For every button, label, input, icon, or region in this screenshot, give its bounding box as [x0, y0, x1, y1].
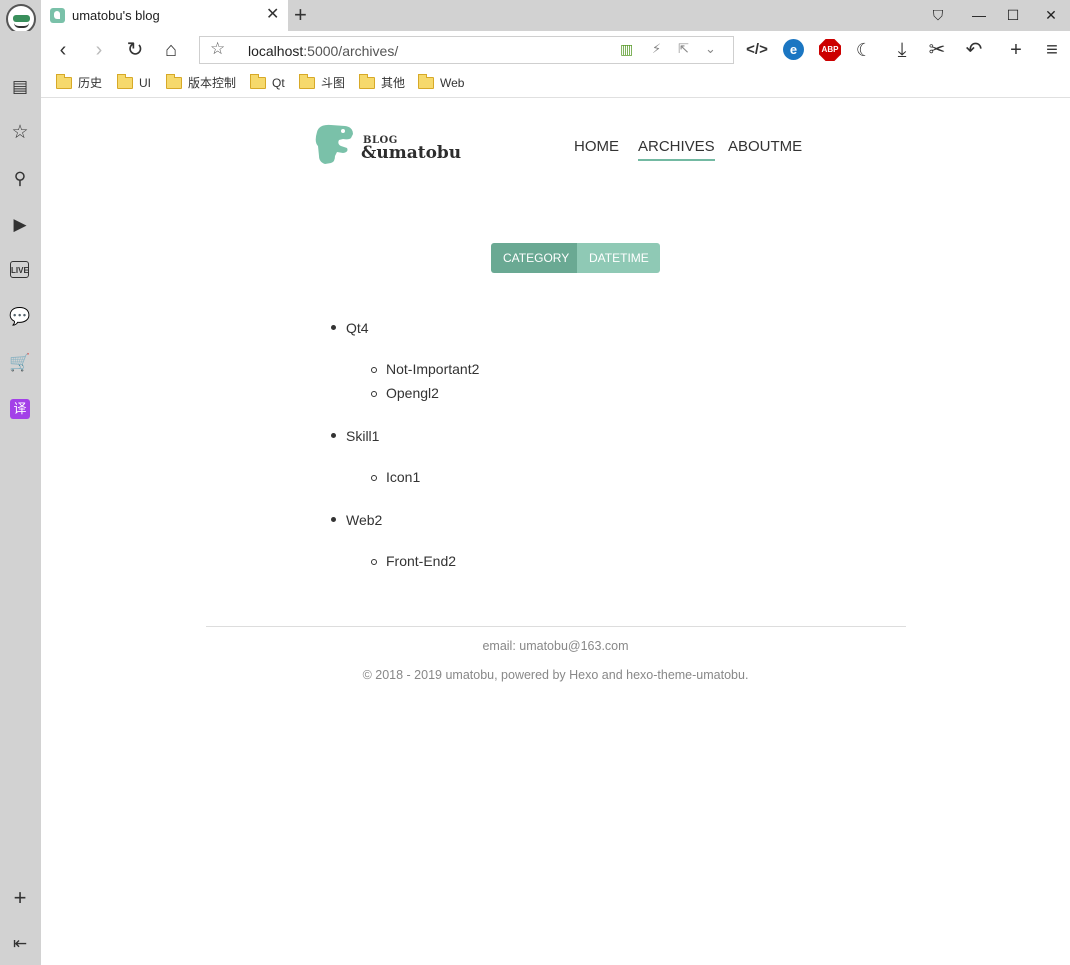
add-icon[interactable]: +	[1003, 37, 1029, 63]
screenshot-icon[interactable]: ✂	[924, 37, 950, 63]
subcategory-link[interactable]: Opengl2	[386, 383, 439, 403]
chat-icon[interactable]: 💬	[9, 306, 31, 328]
flash-icon[interactable]: ⚡	[652, 41, 661, 57]
folder-icon	[117, 74, 133, 89]
subcategory-list: Icon1	[371, 466, 746, 490]
site-logo[interactable]: BLOG &umatobu	[313, 120, 465, 168]
home-icon[interactable]: ⌂	[158, 37, 184, 63]
bullet-icon	[331, 433, 336, 438]
folder-icon	[166, 74, 182, 89]
subcategory-link[interactable]: Not-Important2	[386, 359, 479, 379]
download-icon[interactable]: ⤓	[889, 37, 915, 63]
bookmark-folder[interactable]: 斗图	[299, 74, 345, 92]
bookmarks-bar: 历史 UI 版本控制 Qt 斗图 其他 Web	[41, 68, 1070, 98]
bookmark-folder[interactable]: UI	[117, 74, 151, 92]
add-sidebar-icon[interactable]: +	[9, 887, 31, 909]
collapse-sidebar-icon[interactable]: ⇤	[9, 933, 31, 955]
subcategory-item: Icon1	[371, 466, 746, 490]
subcategory-list: Front-End2	[371, 550, 746, 574]
devtools-icon[interactable]: </>	[744, 37, 770, 63]
favorites-star-icon[interactable]: ☆	[9, 122, 31, 144]
address-bar[interactable]: ☆ localhost:5000/archives/ ▥ ⚡ ⇱ ⌄	[199, 36, 734, 64]
subcategory-item: Opengl2	[371, 382, 746, 406]
circle-bullet-icon	[371, 475, 377, 481]
reader-mode-icon[interactable]: ▥	[620, 41, 633, 58]
footer-email: email: umatobu@163.com	[482, 639, 629, 653]
back-icon[interactable]: ‹	[50, 37, 76, 63]
category-list: Qt4 Not-Important2 Opengl2 Skill1 Icon1 …	[331, 318, 746, 594]
cart-icon[interactable]: 🛒	[9, 352, 31, 374]
subcategory-link[interactable]: Icon1	[386, 467, 420, 487]
live-icon[interactable]: LIVE	[10, 261, 29, 278]
dinosaur-logo-icon	[315, 124, 353, 164]
folder-icon	[56, 74, 72, 89]
browser-logo-icon[interactable]	[6, 4, 36, 34]
folder-icon	[250, 74, 266, 89]
reading-list-icon[interactable]: ▤	[9, 76, 31, 98]
nav-home[interactable]: HOME	[574, 138, 619, 159]
logo-title-text: &umatobu	[361, 143, 462, 163]
bookmark-folder[interactable]: 历史	[56, 74, 102, 92]
tab-close-icon[interactable]: ✕	[266, 6, 279, 24]
nav-archives[interactable]: ARCHIVES	[638, 138, 715, 161]
category-toggle-button[interactable]: CATEGORY	[491, 243, 577, 273]
category-link[interactable]: Web2	[346, 510, 382, 530]
bookmark-folder[interactable]: 版本控制	[166, 74, 236, 92]
footer-divider	[206, 626, 906, 627]
site-favicon-icon	[50, 8, 65, 23]
subcategory-link[interactable]: Front-End2	[386, 551, 456, 571]
tab-title: umatobu's blog	[72, 8, 160, 23]
category-link[interactable]: Skill1	[346, 426, 379, 446]
url-text[interactable]: localhost:5000/archives/	[248, 43, 398, 59]
translate-icon[interactable]: 译	[10, 399, 30, 419]
bookmark-folder[interactable]: 其他	[359, 74, 405, 92]
category-item: Skill1 Icon1	[331, 426, 746, 490]
bookmark-star-icon[interactable]: ☆	[210, 39, 225, 59]
minimize-button[interactable]: —	[965, 4, 993, 26]
category-link[interactable]: Qt4	[346, 318, 369, 338]
category-item: Qt4 Not-Important2 Opengl2	[331, 318, 746, 406]
bookmark-folder[interactable]: Qt	[250, 74, 285, 92]
nav-aboutme[interactable]: ABOUTME	[728, 138, 802, 159]
video-icon[interactable]: ▶	[9, 214, 31, 236]
browser-sidebar: ▤ ☆ ⚲ ▶ LIVE 💬 🛒 译 + ⇤	[0, 31, 41, 965]
page-content: BLOG &umatobu HOME ARCHIVES ABOUTME CATE…	[41, 98, 1070, 965]
bullet-icon	[331, 325, 336, 330]
folder-icon	[359, 74, 375, 89]
subcategory-item: Not-Important2	[371, 358, 746, 382]
toolbar: ‹ › ↻ ⌂ ☆ localhost:5000/archives/ ▥ ⚡ ⇱…	[41, 31, 1070, 68]
night-mode-icon[interactable]: ☾	[851, 37, 877, 63]
new-tab-button[interactable]: +	[294, 3, 307, 27]
datetime-toggle-button[interactable]: DATETIME	[577, 243, 660, 273]
chevron-down-icon[interactable]: ⌄	[705, 41, 716, 57]
menu-icon[interactable]: ≡	[1039, 37, 1065, 63]
forward-icon[interactable]: ›	[86, 37, 112, 63]
subcategory-item: Front-End2	[371, 550, 746, 574]
bullet-icon	[331, 517, 336, 522]
search-engine-icon[interactable]: e	[783, 39, 804, 60]
maximize-button[interactable]: ☐	[999, 4, 1027, 26]
circle-bullet-icon	[371, 559, 377, 565]
category-item: Web2 Front-End2	[331, 510, 746, 574]
adblock-icon[interactable]: ABP	[819, 39, 841, 61]
footer-copyright: © 2018 - 2019 umatobu, powered by Hexo a…	[362, 668, 749, 682]
browser-chrome: umatobu's blog ✕ + ⛉ — ☐ ✕ ‹ › ↻ ⌂ ☆ loc…	[0, 0, 1070, 98]
close-window-button[interactable]: ✕	[1037, 4, 1065, 26]
search-icon[interactable]: ⚲	[9, 168, 31, 190]
undo-icon[interactable]: ↶	[961, 37, 987, 63]
share-icon[interactable]: ⇱	[678, 41, 689, 57]
circle-bullet-icon	[371, 391, 377, 397]
folder-icon	[418, 74, 434, 89]
tab-active[interactable]: umatobu's blog ✕	[41, 0, 288, 31]
folder-icon	[299, 74, 315, 89]
skin-icon[interactable]: ⛉	[924, 4, 952, 26]
archive-view-toggle: CATEGORY DATETIME	[491, 243, 660, 273]
subcategory-list: Not-Important2 Opengl2	[371, 358, 746, 406]
tab-bar: umatobu's blog ✕ + ⛉ — ☐ ✕	[0, 0, 1070, 34]
circle-bullet-icon	[371, 367, 377, 373]
reload-icon[interactable]: ↻	[122, 37, 148, 63]
bookmark-folder[interactable]: Web	[418, 74, 464, 92]
